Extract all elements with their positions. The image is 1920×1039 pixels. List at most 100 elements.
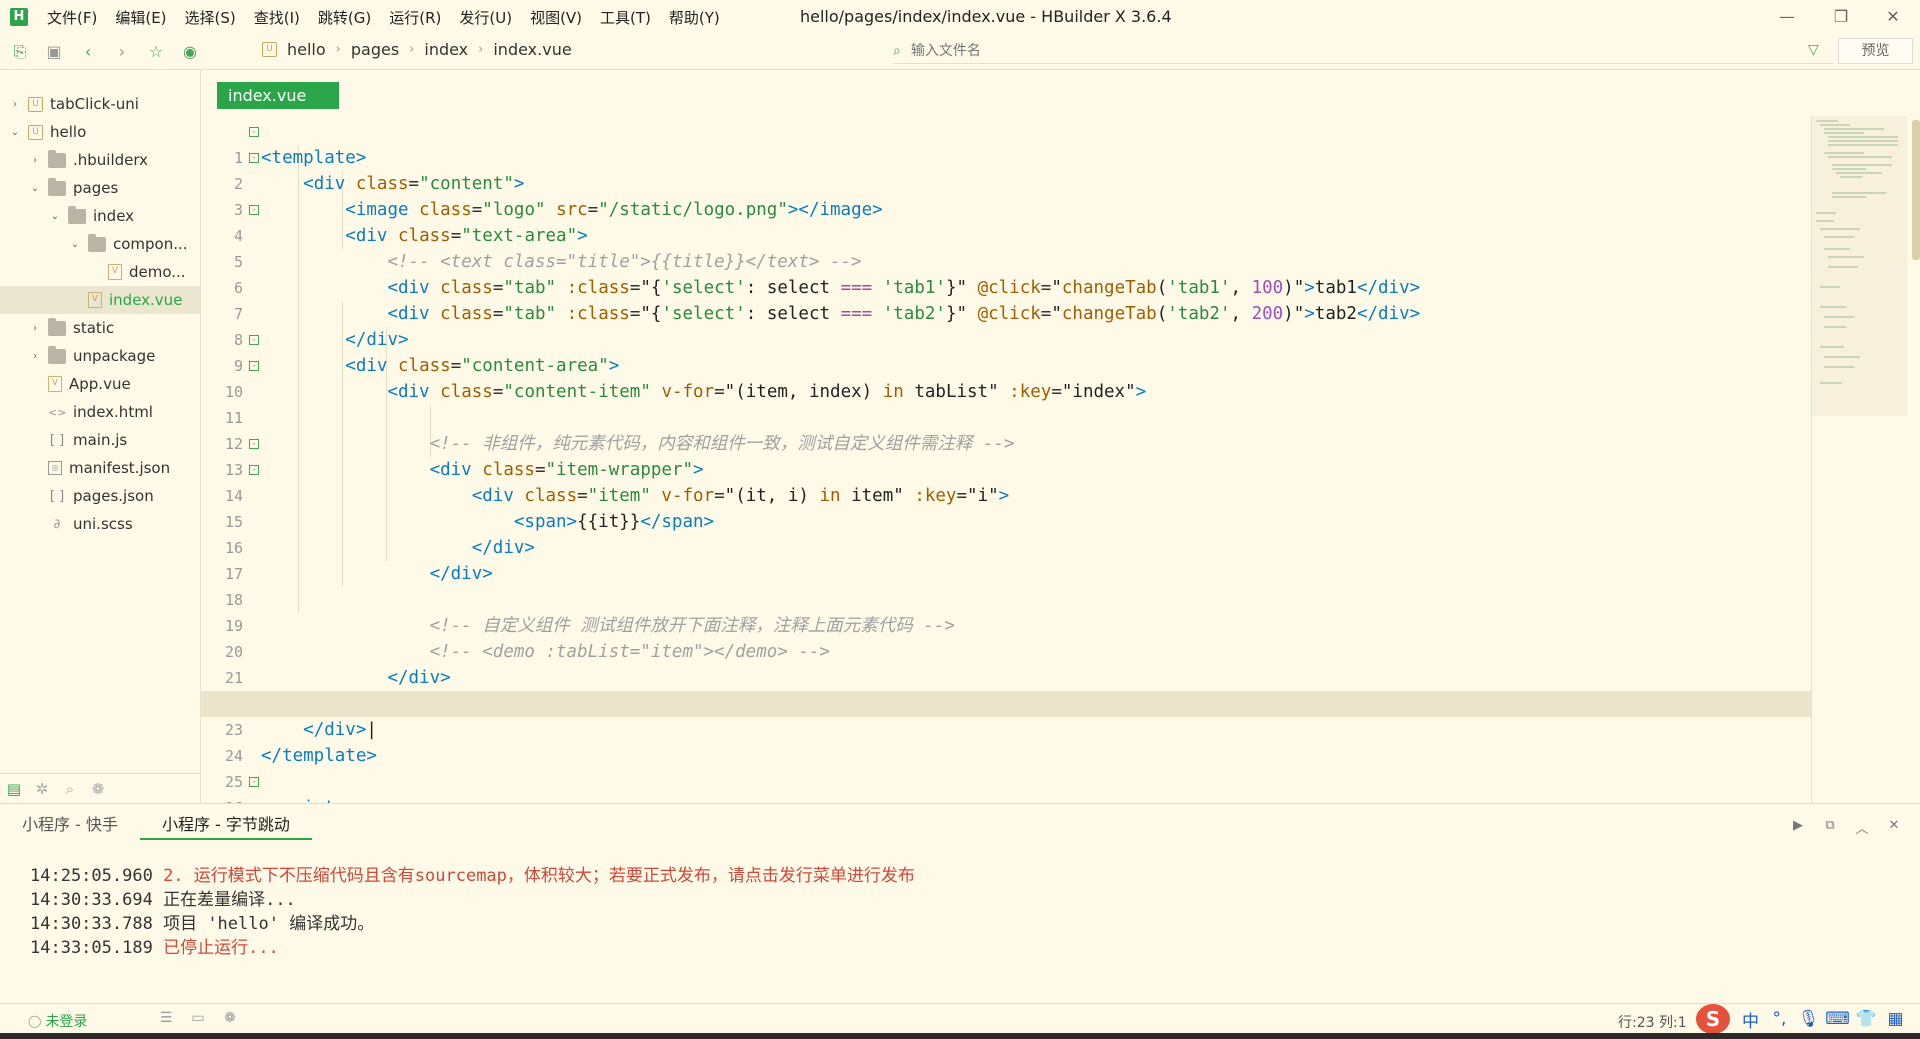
console-panel: 小程序 - 快手 小程序 - 字节跳动 ▶ ⧉ ︿ ✕ 14:25:05.960… xyxy=(0,803,1920,1003)
preview-button[interactable]: 预览 xyxy=(1838,38,1913,64)
fold-toggle-icon[interactable]: - xyxy=(249,361,259,371)
code-line: 13- <div class="item-wrapper"> xyxy=(201,431,1811,480)
menu-run[interactable]: 运行(R) xyxy=(380,7,450,28)
open-external-icon[interactable]: ⧉ xyxy=(1814,818,1846,837)
menu-tools[interactable]: 工具(T) xyxy=(591,7,660,28)
menu-file[interactable]: 文件(F) xyxy=(38,7,106,28)
code-line: 19 <!-- 自定义组件 测试组件放开下面注释，注释上面元素代码 --> xyxy=(201,587,1811,636)
fold-toggle-icon[interactable]: - xyxy=(249,335,259,345)
project-manager-icon[interactable]: ▤ xyxy=(0,780,28,798)
list-icon[interactable]: ☰ xyxy=(150,1010,182,1026)
tree-item-index-html[interactable]: <> index.html xyxy=(0,398,200,426)
search-icon[interactable]: ⌕ xyxy=(56,780,84,798)
run-icon[interactable]: ◉ xyxy=(176,38,204,66)
ime-mode-label[interactable]: 中 xyxy=(1736,1007,1765,1032)
file-search-input[interactable] xyxy=(910,42,1791,59)
minimap-line xyxy=(1828,136,1898,138)
tree-item-hello[interactable]: ⌄ U hello xyxy=(0,118,200,146)
minimap-viewport[interactable] xyxy=(1812,116,1907,416)
menu-view[interactable]: 视图(V) xyxy=(521,7,591,28)
chevron-right-icon[interactable]: › xyxy=(8,99,22,110)
menu-edit[interactable]: 编辑(E) xyxy=(106,7,175,28)
chevron-up-icon[interactable]: ︿ xyxy=(1846,818,1878,837)
debug-icon[interactable]: ✲ xyxy=(28,780,56,798)
run-icon[interactable]: ▶ xyxy=(1782,818,1814,837)
breadcrumb-hello[interactable]: hello xyxy=(287,40,326,59)
minimap-line xyxy=(1824,132,1864,134)
cursor-position[interactable]: 行:23 列:1 xyxy=(1618,1012,1687,1032)
project-icon: U xyxy=(262,42,277,57)
vertical-scrollbar[interactable] xyxy=(1912,120,1920,260)
microphone-icon[interactable]: 🎙 xyxy=(1794,1009,1823,1029)
tree-item-uni-scss[interactable]: ∂ uni.scss xyxy=(0,510,200,538)
breadcrumb-pages[interactable]: pages xyxy=(351,40,399,59)
tree-item-manifest-json[interactable]: ◎ manifest.json xyxy=(0,454,200,482)
breadcrumb-index[interactable]: index xyxy=(424,40,468,59)
tree-item-hbuilderx[interactable]: › .hbuilderx xyxy=(0,146,200,174)
chevron-down-icon[interactable]: ⌄ xyxy=(68,239,82,250)
minimap-line xyxy=(1824,152,1864,154)
menu-goto[interactable]: 跳转(G) xyxy=(309,7,380,28)
fold-toggle-icon[interactable]: - xyxy=(249,127,259,137)
filter-icon[interactable]: ▽ xyxy=(1808,42,1819,58)
chevron-down-icon[interactable]: ⌄ xyxy=(8,127,22,138)
console-tab-bytedance[interactable]: 小程序 - 字节跳动 xyxy=(139,810,312,840)
login-status[interactable]: ◯ 未登录 xyxy=(28,1011,87,1031)
fold-toggle-icon[interactable]: - xyxy=(249,439,259,449)
tree-item-app-vue[interactable]: V App.vue xyxy=(0,370,200,398)
menu-select[interactable]: 选择(S) xyxy=(176,7,245,28)
maximize-button[interactable]: ❐ xyxy=(1818,4,1864,30)
code-line: 2- <div class="content"> xyxy=(201,145,1811,194)
json-file-icon: [ ] xyxy=(49,488,65,504)
tree-item-tabclick-uni[interactable]: › U tabClick-uni xyxy=(0,90,200,118)
fold-toggle-icon[interactable]: - xyxy=(249,465,259,475)
toolbox-icon[interactable]: ▦ xyxy=(1881,1009,1910,1029)
editor-tab-index-vue[interactable]: index.vue xyxy=(217,82,339,109)
chevron-down-icon[interactable]: ⌄ xyxy=(48,211,62,222)
tree-item-pages[interactable]: ⌄ pages xyxy=(0,174,200,202)
tree-item-components[interactable]: ⌄ compon... xyxy=(0,230,200,258)
tree-item-pages-json[interactable]: [ ] pages.json xyxy=(0,482,200,510)
tree-item-main-js[interactable]: [ ] main.js xyxy=(0,426,200,454)
menu-publish[interactable]: 发行(U) xyxy=(450,7,521,28)
punctuation-icon[interactable]: °, xyxy=(1765,1009,1794,1029)
keyboard-icon[interactable]: ⌨ xyxy=(1823,1009,1852,1029)
minimap-line xyxy=(1832,196,1866,198)
chevron-down-icon[interactable]: ⌄ xyxy=(28,183,42,194)
new-file-icon[interactable]: ⎘ xyxy=(6,38,34,66)
menu-find[interactable]: 查找(I) xyxy=(245,7,309,28)
star-icon[interactable]: ☆ xyxy=(142,38,170,66)
back-icon[interactable]: ‹ xyxy=(74,38,102,66)
minimize-button[interactable]: — xyxy=(1764,4,1810,30)
minimap-line xyxy=(1820,286,1840,288)
tree-item-index-folder[interactable]: ⌄ index xyxy=(0,202,200,230)
fold-toggle-icon[interactable]: - xyxy=(249,205,259,215)
code-line: 16 </div> xyxy=(201,509,1811,558)
skin-icon[interactable]: 👕 xyxy=(1852,1009,1881,1029)
menu-help[interactable]: 帮助(Y) xyxy=(660,7,729,28)
chevron-right-icon[interactable]: › xyxy=(28,155,42,166)
close-button[interactable]: ✕ xyxy=(1870,4,1916,30)
chevron-right-icon[interactable]: › xyxy=(28,351,42,362)
close-console-icon[interactable]: ✕ xyxy=(1878,818,1910,837)
tree-item-unpackage[interactable]: › unpackage xyxy=(0,342,200,370)
breadcrumb-file[interactable]: index.vue xyxy=(493,40,571,59)
sogou-ime-icon[interactable]: S xyxy=(1696,1004,1730,1034)
minimap[interactable] xyxy=(1811,116,1907,803)
chevron-right-icon: › xyxy=(409,42,415,57)
fold-toggle-icon[interactable]: - xyxy=(249,153,259,163)
tree-item-index-vue[interactable]: V index.vue xyxy=(0,286,200,314)
chevron-right-icon[interactable]: › xyxy=(28,323,42,334)
login-label: 未登录 xyxy=(45,1014,88,1030)
code-area[interactable]: 1- <template> 2- <div class="content"> 3 … xyxy=(201,119,1811,803)
tree-item-static[interactable]: › static xyxy=(0,314,200,342)
save-icon[interactable]: ▣ xyxy=(40,38,68,66)
search-file-icon: ⌕ xyxy=(893,42,901,59)
fold-toggle-icon[interactable]: - xyxy=(249,777,259,787)
plugin-icon[interactable]: ❁ xyxy=(214,1010,246,1026)
terminal-icon[interactable]: ▭ xyxy=(182,1010,214,1026)
plugin-icon[interactable]: ❁ xyxy=(84,780,112,798)
forward-icon[interactable]: › xyxy=(108,38,136,66)
console-tab-kuaishou[interactable]: 小程序 - 快手 xyxy=(0,810,140,840)
tree-item-demo[interactable]: V demo... xyxy=(0,258,200,286)
